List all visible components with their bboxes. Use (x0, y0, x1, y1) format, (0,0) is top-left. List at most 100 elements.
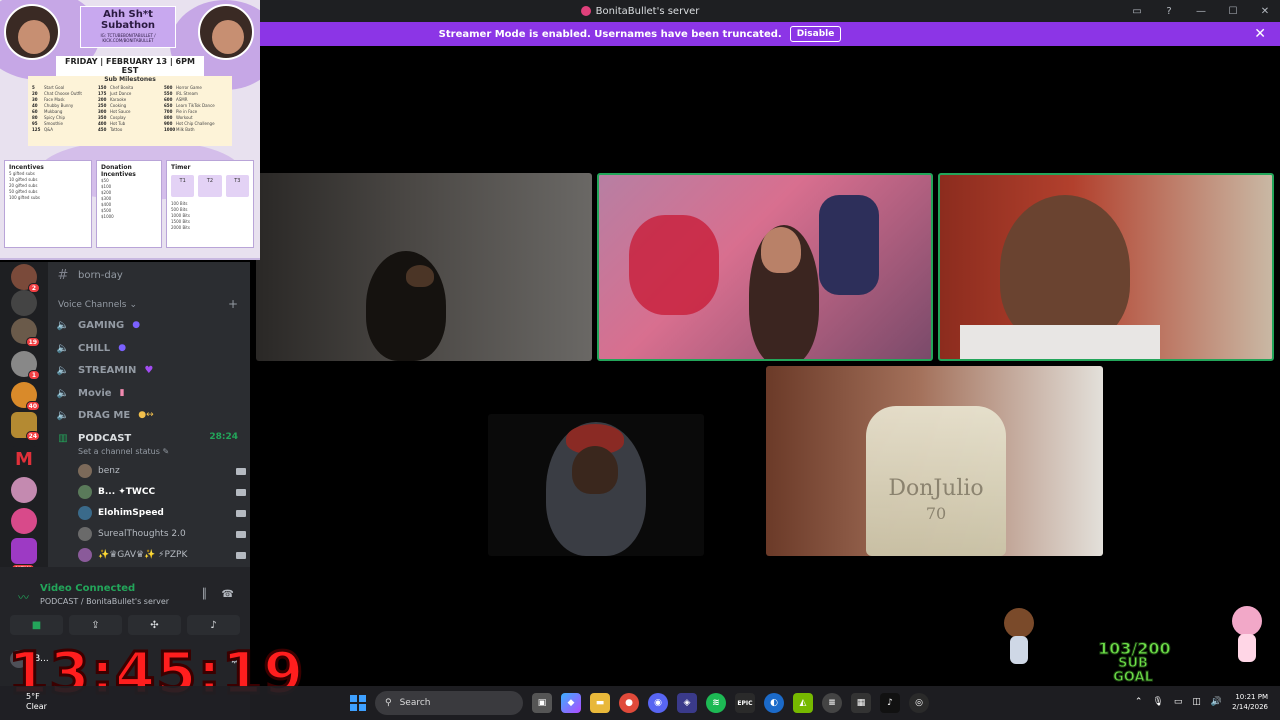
app-icon[interactable]: ≡ (822, 693, 842, 713)
task-view-icon[interactable]: ▣ (532, 693, 552, 713)
disable-streamer-mode-button[interactable]: Disable (789, 26, 842, 42)
voice-channel-podcast[interactable]: ▥ PODCAST (56, 428, 131, 448)
text-channel-born-day[interactable]: # born-day (56, 265, 123, 285)
server-icon-2[interactable] (11, 290, 37, 316)
server-icon-1[interactable]: 2 (11, 264, 40, 293)
help-icon[interactable]: ? (1162, 6, 1176, 17)
inbox-icon[interactable]: ▭ (1130, 6, 1144, 17)
voice-channel-streamin[interactable]: 🔈 STREAMIN ♥ (56, 360, 154, 380)
voice-user[interactable]: benz (78, 462, 246, 480)
tiktok-icon[interactable]: ♪ (880, 693, 900, 713)
participant-shirt (960, 325, 1160, 359)
username: SurealThoughts 2.0 (98, 529, 186, 539)
obs-icon[interactable]: ◎ (909, 693, 929, 713)
voice-user[interactable]: ElohimSpeed (78, 504, 246, 522)
server-icon-3[interactable]: 19 (11, 318, 40, 347)
set-channel-status[interactable]: Set a channel status ✎ (78, 447, 169, 456)
milestone-text: Cooking (110, 103, 127, 108)
speaker-icon: 🔈 (56, 387, 70, 399)
sub-milestones: Sub Milestones 5 Start Goal 20 Chat Choose … (28, 76, 232, 146)
soundboard-button[interactable]: ♪ (187, 615, 240, 635)
chevron-up-icon[interactable]: ⌃ (1135, 697, 1143, 707)
clock-time: 10:21 PM (1235, 693, 1268, 701)
server-icon-4[interactable]: 1 (11, 351, 40, 380)
tequila-bottle: DonJulio 70 (866, 406, 1006, 556)
camera-icon (236, 488, 246, 496)
timer-tier-card: T1 (171, 175, 195, 197)
activities-button[interactable]: ✣ (128, 615, 181, 635)
hash-icon: # (57, 267, 69, 283)
server-icon-5[interactable]: 40 (11, 382, 40, 411)
server-icon (580, 6, 591, 16)
network-icon[interactable]: ◫ (1192, 697, 1201, 707)
voice-user[interactable]: SurealThoughts 2.0 (78, 525, 246, 543)
server-icon-10[interactable]: NEW (11, 538, 37, 574)
minimize-button[interactable]: — (1194, 6, 1208, 17)
nvidia-icon[interactable]: ◭ (793, 693, 813, 713)
voice-user[interactable]: ✨♛GAV♛✨ ⚡PZPK (78, 546, 246, 564)
server-icon-8[interactable] (11, 477, 37, 503)
milestone-text: Q&A (44, 127, 54, 132)
voice-activity-icon: ▥ (58, 432, 68, 444)
donation-title: Donation Incentives (101, 164, 136, 178)
milestone-text: Smoothie (44, 121, 64, 126)
file-explorer-icon[interactable]: ▬ (590, 693, 610, 713)
screen-share-button[interactable]: ⇪ (69, 615, 122, 635)
volume-icon[interactable]: 🔊 (1211, 697, 1222, 707)
section-label: Voice Channels (58, 300, 127, 310)
voice-channels-header[interactable]: Voice Channels ⌄ (58, 300, 137, 310)
close-window-button[interactable]: ✕ (1258, 6, 1272, 17)
steam-icon[interactable]: ◐ (764, 693, 784, 713)
milestones-title: Sub Milestones (104, 76, 156, 83)
server-icon-m[interactable]: M (11, 446, 37, 472)
bottle-brand: DonJulio (888, 476, 984, 501)
voice-location[interactable]: PODCAST / BonitaBullet's server (40, 597, 169, 606)
video-tile-5[interactable]: DonJulio 70 (766, 366, 1103, 556)
timer-tier-row: T1 T2 T3 (167, 171, 253, 201)
noise-suppression-icon[interactable]: ║ (202, 589, 208, 600)
video-tile-4[interactable] (488, 414, 704, 556)
pencil-icon: ✎ (162, 447, 170, 456)
calculator-icon[interactable]: ▦ (851, 693, 871, 713)
signal-icon[interactable]: 〰 (18, 589, 29, 605)
milestone-text: Milk Bath (176, 127, 195, 132)
weather-widget[interactable]: 5°F Clear (26, 692, 47, 712)
server-icon-9[interactable] (11, 508, 37, 534)
server-icon-6[interactable]: 24 (11, 412, 40, 441)
discord-icon[interactable]: ◉ (648, 693, 668, 713)
camera-button[interactable]: ■ (10, 615, 63, 635)
voice-user[interactable]: B... ✦TWCC (78, 483, 246, 501)
milestone-line: 1000Milk Bath (164, 127, 228, 133)
voice-channel-gaming[interactable]: 🔈 GAMING ● (56, 315, 140, 335)
video-tile-2[interactable] (597, 173, 933, 361)
voice-panel-icons: ║ ☎ (202, 589, 235, 600)
banner-close-icon[interactable]: ✕ (1254, 26, 1266, 42)
video-tile-3[interactable] (938, 173, 1274, 361)
channel-emoji: ● (118, 343, 127, 353)
display-icon[interactable]: ▭ (1174, 697, 1183, 707)
copilot-icon[interactable]: ◆ (561, 693, 581, 713)
camera-icon (236, 530, 246, 538)
taskbar-apps: ⚲ Search ▣ ◆ ▬ ● ◉ ◈ ≋ EPIC ◐ ◭ ≡ ▦ ♪ ◎ (350, 691, 929, 715)
microphone-icon[interactable]: 🎙 (1152, 697, 1163, 707)
spotify-icon[interactable]: ≋ (706, 693, 726, 713)
milestone-count: 450 (98, 127, 107, 132)
voice-channel-chill[interactable]: 🔈 CHILL ● (56, 338, 126, 358)
start-icon[interactable] (350, 695, 366, 711)
disconnect-icon[interactable]: ☎ (222, 589, 234, 600)
add-channel-icon[interactable]: + (228, 297, 238, 311)
voice-channel-movie[interactable]: 🔈 Movie ▮ (56, 383, 125, 403)
maximize-button[interactable]: ☐ (1226, 6, 1240, 17)
chrome-icon[interactable]: ● (619, 693, 639, 713)
taskbar-clock[interactable]: 10:21 PM 2/14/2026 (1232, 692, 1268, 712)
chair (819, 195, 879, 295)
gamepad-icon[interactable]: ◈ (677, 693, 697, 713)
milestone-text: Just Dance (110, 91, 132, 96)
voice-channel-drag-me[interactable]: 🔈 DRAG ME ●↔ (56, 405, 154, 425)
participant-face (761, 227, 801, 273)
taskbar-search[interactable]: ⚲ Search (375, 691, 523, 715)
epic-games-icon[interactable]: EPIC (735, 693, 755, 713)
voice-status: Video Connected (40, 583, 136, 594)
video-tile-1[interactable] (256, 173, 592, 361)
milestone-line: 125 Q&A (32, 127, 96, 133)
